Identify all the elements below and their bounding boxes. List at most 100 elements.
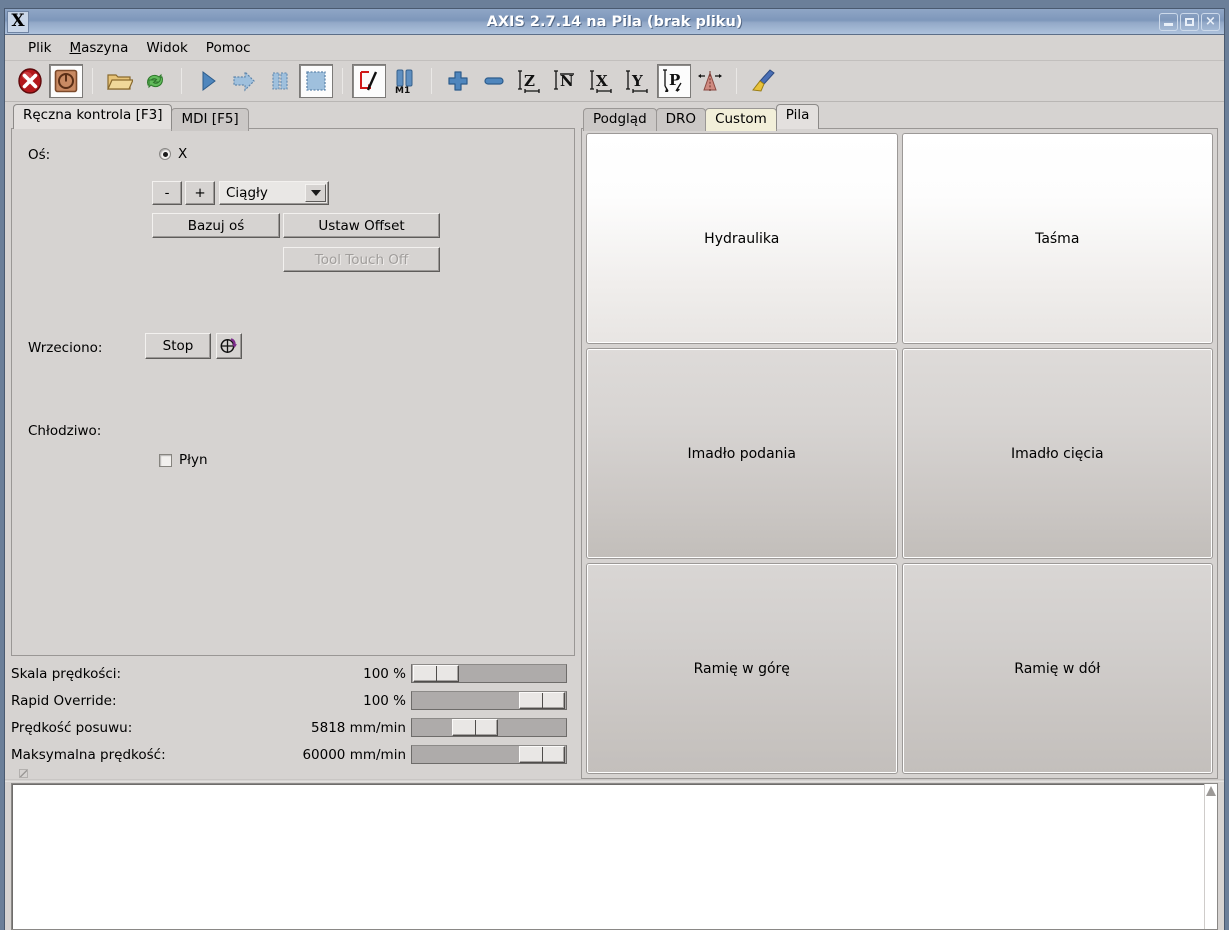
maximize-button[interactable] <box>1180 12 1199 31</box>
spindle-direction-button[interactable] <box>216 333 242 359</box>
imadlo-ciecia-button[interactable]: Imadło cięcia <box>901 348 1213 559</box>
reload-file-icon <box>147 73 163 89</box>
menu-item-pomoc[interactable]: Pomoc <box>197 38 260 58</box>
step-program-icon <box>233 70 255 92</box>
view-x-button[interactable]: X <box>585 64 619 98</box>
toolbar-separator <box>342 68 343 94</box>
radio-indicator <box>159 148 171 160</box>
open-file-button[interactable] <box>102 64 136 98</box>
tab-pila[interactable]: Pila <box>775 104 820 129</box>
scale-thumb[interactable] <box>519 692 565 709</box>
ramie-w-dol-button[interactable]: Ramię w dół <box>901 563 1213 774</box>
reload-file-button[interactable] <box>138 64 172 98</box>
machine-power-button[interactable] <box>49 64 83 98</box>
console-text[interactable] <box>12 784 1204 929</box>
menu-item-widok[interactable]: Widok <box>137 38 196 58</box>
jog-increment-combo[interactable]: Ciągły <box>219 181 329 205</box>
close-button[interactable]: × <box>1201 12 1220 31</box>
coolant-flood-checkbox[interactable]: Płyn <box>159 452 208 468</box>
window-menu-icon[interactable]: X <box>7 10 29 33</box>
view-p-button[interactable]: P <box>657 64 691 98</box>
menu-item-maszyna[interactable]: Maszyna <box>60 38 137 58</box>
tab-label: Ręczna kontrola [F3] <box>23 107 163 123</box>
menu-item-plik[interactable]: Plik <box>19 38 60 58</box>
minimize-button[interactable] <box>1159 12 1178 31</box>
slider-label: Rapid Override: <box>11 692 117 709</box>
axis-radio-x[interactable]: X <box>159 146 187 162</box>
spindle-stop-button[interactable]: Stop <box>145 333 211 359</box>
application-window: X AXIS 2.7.14 na Pila (brak pliku) × Pli… <box>4 8 1225 930</box>
tasma-button[interactable]: Taśma <box>901 133 1213 344</box>
run-program-button[interactable] <box>191 64 225 98</box>
slider-value: 5818 mm/min <box>311 719 406 736</box>
toolbar-separator <box>736 68 737 94</box>
view-z2-button[interactable]: N <box>549 64 583 98</box>
slider-feed-override: Skala prędkości: 100 % <box>11 660 575 687</box>
stop-program-button[interactable] <box>299 64 333 98</box>
tab-podglad[interactable]: Podgląd <box>583 108 657 131</box>
slider-rapid-override: Rapid Override: 100 % <box>11 687 575 714</box>
zoom-in-button[interactable] <box>441 64 475 98</box>
feed-override-scale[interactable] <box>411 664 567 683</box>
coolant-flood-label: Płyn <box>179 452 208 468</box>
view-y-icon: Y <box>626 70 648 93</box>
checkbox-indicator <box>159 453 172 467</box>
title-bar[interactable]: X AXIS 2.7.14 na Pila (brak pliku) × <box>5 9 1224 35</box>
axis-label: Oś: <box>28 147 51 163</box>
axis-radio-label: X <box>178 146 188 162</box>
console-scrollbar[interactable] <box>1204 784 1217 929</box>
tool-touch-off-button[interactable]: Tool Touch Off <box>283 247 440 272</box>
rapid-override-scale[interactable] <box>411 691 567 710</box>
clear-plot-button[interactable] <box>746 64 780 98</box>
jog-minus-button[interactable]: - <box>152 181 182 205</box>
coolant-label: Chłodziwo: <box>28 423 102 439</box>
jog-increment-value: Ciągły <box>226 185 268 201</box>
machine-power-icon <box>54 69 78 93</box>
menu-bar: Plik Maszyna Widok Pomoc <box>5 35 1224 60</box>
estop-button[interactable] <box>13 64 47 98</box>
home-axis-button[interactable]: Bazuj oś <box>152 213 280 238</box>
pila-page: Hydraulika Taśma Imadło podania Imadło c… <box>581 128 1218 779</box>
view-z-button[interactable]: Z <box>513 64 547 98</box>
console-textview[interactable] <box>11 783 1218 930</box>
pila-button-grid: Hydraulika Taśma Imadło podania Imadło c… <box>586 133 1213 774</box>
svg-text:Y: Y <box>631 72 643 90</box>
slider-value: 100 % <box>363 692 406 709</box>
chevron-down-icon[interactable] <box>305 184 326 202</box>
set-offset-button[interactable]: Ustaw Offset <box>283 213 440 238</box>
spindle-cw-icon <box>220 338 237 353</box>
slider-label: Maksymalna prędkość: <box>11 746 166 763</box>
tab-custom[interactable]: Custom <box>705 108 777 131</box>
svg-text:M1: M1 <box>395 86 410 95</box>
step-program-button[interactable] <box>227 64 261 98</box>
pause-program-button[interactable] <box>263 64 297 98</box>
tab-mdi[interactable]: MDI [F5] <box>171 108 249 131</box>
tabstrip-filler <box>818 128 1218 129</box>
toggle-skip-lines-button[interactable] <box>352 64 386 98</box>
scale-thumb[interactable] <box>413 665 459 682</box>
override-sliders: Skala prędkości: 100 % Rapid Override: 1… <box>11 656 575 779</box>
zoom-out-button[interactable] <box>477 64 511 98</box>
ramie-w-gore-button[interactable]: Ramię w górę <box>586 563 898 774</box>
max-velocity-scale[interactable] <box>411 745 567 764</box>
open-file-icon <box>107 74 133 90</box>
scroll-up-icon[interactable] <box>1206 786 1216 796</box>
imadlo-podania-button[interactable]: Imadło podania <box>586 348 898 559</box>
hydraulika-button[interactable]: Hydraulika <box>586 133 898 344</box>
pane-resize-grip[interactable] <box>19 769 28 778</box>
tab-dro[interactable]: DRO <box>655 108 707 131</box>
jog-plus-button[interactable]: + <box>185 181 215 205</box>
view-y-button[interactable]: Y <box>621 64 655 98</box>
scale-thumb[interactable] <box>452 719 499 736</box>
scale-thumb[interactable] <box>519 746 565 763</box>
right-tabstrip: Podgląd DRO Custom Pila <box>581 104 1218 131</box>
svg-text:Z: Z <box>524 72 535 90</box>
tool-cone-icon <box>698 71 722 92</box>
feed-rate-scale[interactable] <box>411 718 567 737</box>
toolbar-separator <box>431 68 432 94</box>
optional-stop-icon: M1 <box>395 69 413 95</box>
optional-stop-button[interactable]: M1 <box>388 64 422 98</box>
tab-reczna-kontrola[interactable]: Ręczna kontrola [F3] <box>13 104 173 129</box>
toggle-skip-lines-icon <box>360 71 378 91</box>
tool-cone-button[interactable] <box>693 64 727 98</box>
